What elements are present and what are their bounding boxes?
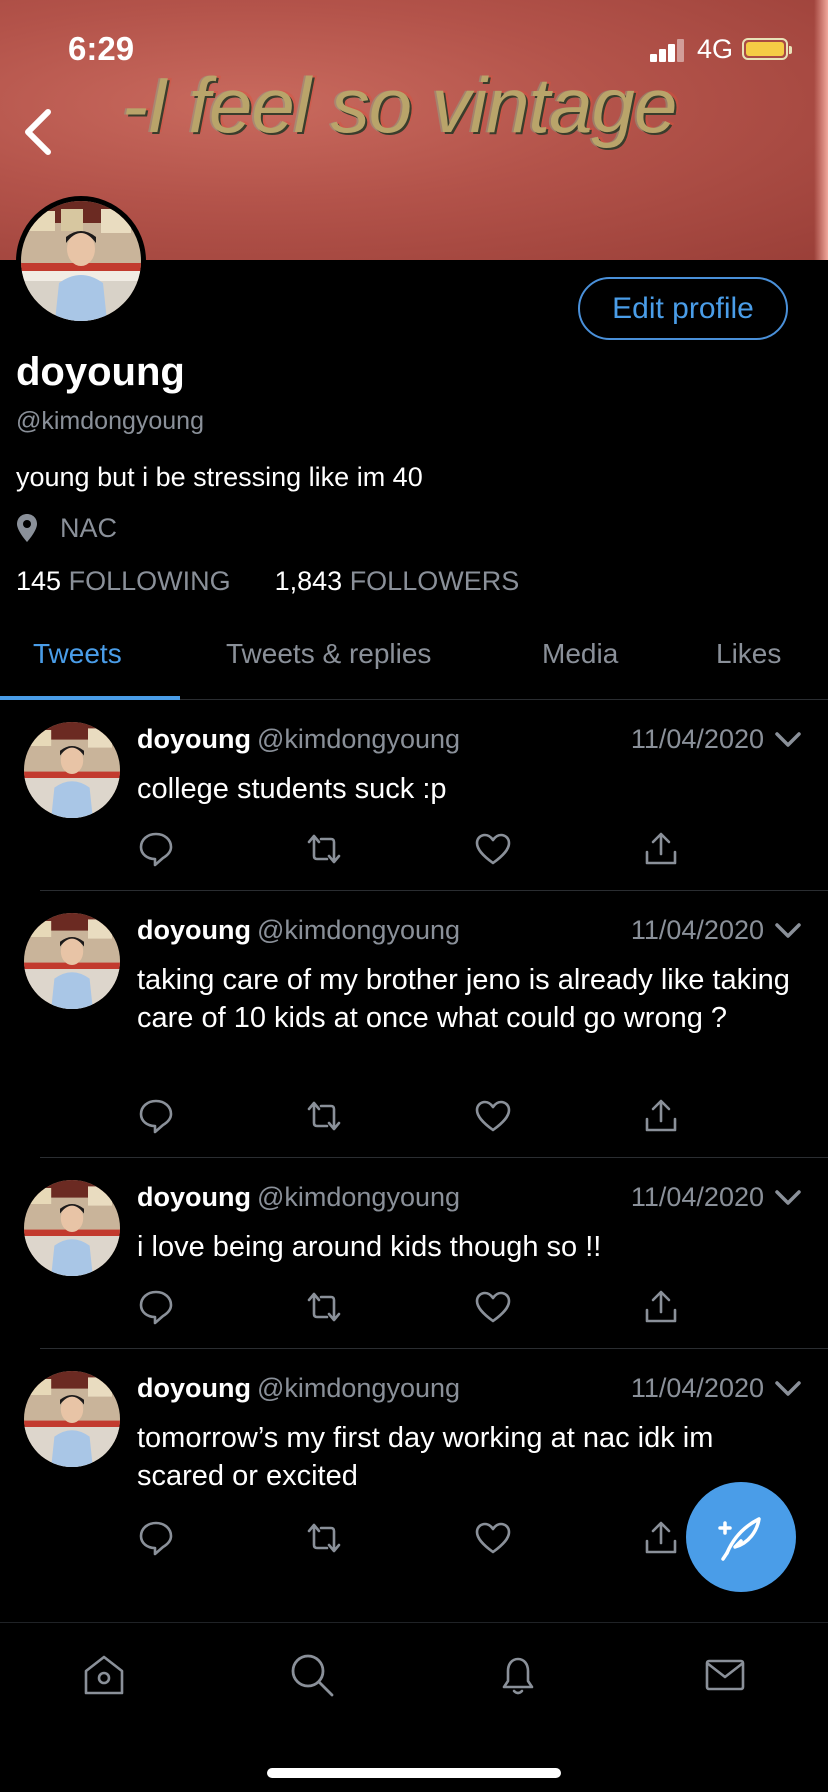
profile-bio: young but i be stressing like im 40 bbox=[16, 462, 423, 492]
tweet-actions bbox=[137, 830, 697, 870]
compose-tweet-icon bbox=[718, 1517, 761, 1561]
signal-icon bbox=[650, 38, 686, 62]
battery-icon bbox=[742, 38, 792, 60]
avatar-photo bbox=[21, 201, 141, 321]
reply-icon[interactable] bbox=[137, 1519, 175, 1557]
status-time: 6:29 bbox=[68, 30, 135, 67]
retweet-icon[interactable] bbox=[305, 1519, 343, 1557]
tweet-author-handle: @kimdongyoung bbox=[256, 724, 461, 754]
chevron-down-icon[interactable] bbox=[774, 921, 802, 941]
tweet-author-handle: @kimdongyoung bbox=[256, 915, 461, 945]
share-icon[interactable] bbox=[642, 1288, 680, 1326]
chevron-down-icon[interactable] bbox=[774, 1379, 802, 1399]
profile-name: doyoung bbox=[16, 350, 185, 394]
tab-likes[interactable]: Likes bbox=[716, 638, 781, 670]
tweet[interactable]: doyoung @kimdongyoung 11/04/2020 college … bbox=[0, 700, 828, 891]
chevron-down-icon[interactable] bbox=[774, 730, 802, 750]
notifications-icon[interactable] bbox=[494, 1651, 542, 1699]
share-icon[interactable] bbox=[642, 1097, 680, 1135]
heart-icon[interactable] bbox=[474, 1288, 512, 1326]
avatar-photo bbox=[24, 722, 120, 818]
followers-link[interactable]: 1,843 FOLLOWERS bbox=[275, 566, 520, 597]
chevron-down-icon[interactable] bbox=[774, 1188, 802, 1208]
following-link[interactable]: 145 FOLLOWING bbox=[16, 566, 231, 597]
tab-tweets[interactable]: Tweets bbox=[33, 638, 122, 670]
tweet-author-handle: @kimdongyoung bbox=[256, 1182, 461, 1212]
tweet-header: doyoung @kimdongyoung bbox=[137, 724, 460, 755]
avatar-photo bbox=[24, 1371, 120, 1467]
reply-icon[interactable] bbox=[137, 1288, 175, 1326]
status-bar: 6:29 4G bbox=[0, 0, 828, 100]
profile-avatar[interactable] bbox=[16, 196, 146, 326]
heart-icon[interactable] bbox=[474, 1519, 512, 1557]
tweet-header: doyoung @kimdongyoung bbox=[137, 915, 460, 946]
tweet[interactable]: doyoung @kimdongyoung 11/04/2020 i love b… bbox=[0, 1158, 828, 1349]
home-icon[interactable] bbox=[80, 1651, 128, 1699]
tweet-text: taking care of my brother jeno is alread… bbox=[137, 964, 790, 1034]
tweet-date: 11/04/2020 bbox=[630, 1182, 764, 1212]
bottom-nav bbox=[0, 1622, 828, 1792]
heart-icon[interactable] bbox=[474, 1097, 512, 1135]
edit-profile-button[interactable]: Edit profile bbox=[578, 277, 788, 340]
tweet-actions bbox=[137, 1097, 697, 1137]
tweet-author-handle: @kimdongyoung bbox=[256, 1373, 461, 1403]
retweet-icon[interactable] bbox=[305, 1097, 343, 1135]
profile-tabs: Tweets Tweets & replies Media Likes bbox=[0, 620, 828, 700]
profile-location: NAC bbox=[16, 510, 117, 546]
follow-stats: 145 FOLLOWING 1,843 FOLLOWERS bbox=[16, 566, 519, 597]
tweet-author-name[interactable]: doyoung bbox=[137, 1373, 251, 1403]
avatar[interactable] bbox=[24, 1180, 120, 1276]
map-pin-icon bbox=[17, 514, 37, 542]
tweet-date: 11/04/2020 bbox=[630, 915, 764, 945]
tweet[interactable]: doyoung @kimdongyoung 11/04/2020 taking c… bbox=[0, 891, 828, 1158]
reply-icon[interactable] bbox=[137, 1097, 175, 1135]
followers-label: FOLLOWERS bbox=[349, 566, 520, 596]
profile-handle: @kimdongyoung bbox=[16, 407, 204, 435]
tweet-actions bbox=[137, 1288, 697, 1328]
tab-tweets-replies[interactable]: Tweets & replies bbox=[226, 638, 431, 670]
followers-count: 1,843 bbox=[274, 566, 343, 596]
home-indicator bbox=[267, 1768, 561, 1778]
following-count: 145 bbox=[16, 566, 62, 596]
tweet-author-name[interactable]: doyoung bbox=[137, 1182, 251, 1212]
avatar[interactable] bbox=[24, 913, 120, 1009]
tweet-date: 11/04/2020 bbox=[630, 1373, 764, 1403]
tweet-header: doyoung @kimdongyoung bbox=[137, 1182, 460, 1213]
share-icon[interactable] bbox=[642, 1519, 680, 1557]
tweet[interactable]: doyoung @kimdongyoung 11/04/2020 tomorrow… bbox=[0, 1349, 828, 1619]
chevron-left-icon bbox=[25, 109, 51, 155]
messages-icon[interactable] bbox=[701, 1651, 749, 1699]
network-label: 4G bbox=[697, 34, 734, 64]
avatar-photo bbox=[24, 1180, 120, 1276]
tweet-header: doyoung @kimdongyoung bbox=[137, 1373, 460, 1404]
retweet-icon[interactable] bbox=[305, 830, 343, 868]
avatar[interactable] bbox=[24, 722, 120, 818]
retweet-icon[interactable] bbox=[305, 1288, 343, 1326]
reply-icon[interactable] bbox=[137, 830, 175, 868]
share-icon[interactable] bbox=[642, 830, 680, 868]
avatar-photo bbox=[24, 913, 120, 1009]
tweet-text: college students suck :p bbox=[137, 773, 447, 805]
following-label: FOLLOWING bbox=[68, 566, 231, 596]
tweet-actions bbox=[137, 1519, 697, 1559]
search-icon[interactable] bbox=[288, 1651, 336, 1699]
tweet-author-name[interactable]: doyoung bbox=[137, 724, 251, 754]
tweet-text: tomorrow’s my first day working at nac i… bbox=[137, 1422, 714, 1492]
tweet-text: i love being around kids though so !! bbox=[137, 1231, 602, 1263]
tweet-author-name[interactable]: doyoung bbox=[137, 915, 251, 945]
tab-media[interactable]: Media bbox=[542, 638, 618, 670]
avatar[interactable] bbox=[24, 1371, 120, 1467]
back-button[interactable] bbox=[18, 104, 66, 160]
heart-icon[interactable] bbox=[474, 830, 512, 868]
compose-tweet-button[interactable] bbox=[686, 1482, 796, 1592]
location-text: NAC bbox=[60, 512, 118, 543]
tweet-date: 11/04/2020 bbox=[630, 724, 764, 754]
